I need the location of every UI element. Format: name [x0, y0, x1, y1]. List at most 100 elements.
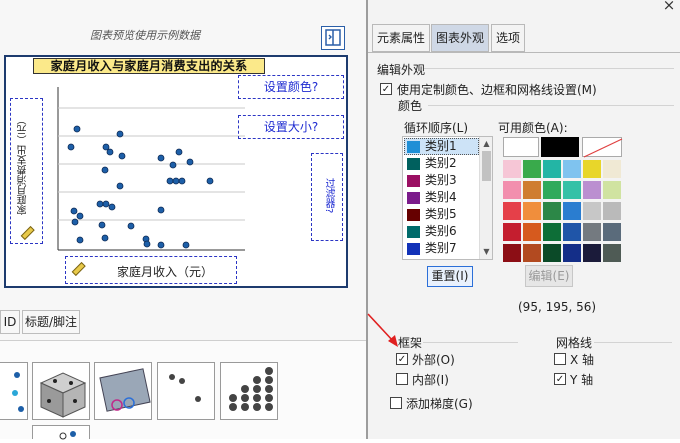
add-gradient-checkbox[interactable]: [390, 397, 402, 409]
scroll-down-icon[interactable]: ▼: [481, 247, 492, 257]
x-axis-grid-checkbox[interactable]: [554, 353, 566, 365]
gallery-thumb-3d-scatter[interactable]: [32, 362, 90, 420]
palette-color-swatch[interactable]: [543, 181, 561, 199]
sample-point: [157, 154, 165, 162]
category-item-3[interactable]: 类别3: [403, 172, 479, 189]
sample-point: [106, 148, 114, 156]
category-list-scrollbar[interactable]: ▲ ▼: [479, 137, 492, 259]
rgb-readout: (95, 195, 56): [518, 300, 597, 314]
sample-point: [172, 177, 180, 185]
tab-element-properties[interactable]: 元素属性: [372, 24, 430, 52]
palette-color-black[interactable]: [541, 137, 579, 157]
palette-color-swatch[interactable]: [603, 181, 621, 199]
outer-frame-checkbox[interactable]: ✓: [396, 353, 408, 365]
palette-color-swatch[interactable]: [603, 202, 621, 220]
scatter-thumb-icon: [12, 372, 24, 412]
close-button[interactable]: ×: [658, 0, 680, 14]
palette-color-none[interactable]: [582, 137, 623, 158]
gallery-thumb-simple-scatter[interactable]: [157, 362, 215, 420]
palette-color-swatch[interactable]: [523, 181, 541, 199]
cycle-order-label: 循环顺序(L): [404, 121, 469, 135]
palette-color-swatch[interactable]: [523, 223, 541, 241]
palette-color-swatch[interactable]: [563, 244, 581, 262]
color-group-label: 颜色: [398, 99, 423, 113]
palette-color-swatch[interactable]: [543, 244, 561, 262]
y-axis-grid-label: Y 轴: [570, 373, 594, 387]
edit-appearance-label: 编辑外观: [377, 63, 426, 77]
palette-color-swatch[interactable]: [503, 223, 521, 241]
palette-color-swatch[interactable]: [503, 181, 521, 199]
tab-titles-footnotes[interactable]: 标题/脚注: [22, 310, 80, 334]
reset-button[interactable]: 重置(I): [427, 266, 473, 287]
scroll-up-icon[interactable]: ▲: [481, 139, 492, 149]
inner-frame-checkbox[interactable]: [396, 373, 408, 385]
outer-frame-label: 外部(O): [412, 353, 455, 367]
chart-title[interactable]: 家庭月收入与家庭月消费支出的关系: [33, 58, 265, 74]
category-item-6[interactable]: 类别6: [403, 223, 479, 240]
category-item-4[interactable]: 类别4: [403, 189, 479, 206]
use-custom-settings-checkbox[interactable]: ✓: [380, 83, 392, 95]
category-item-1[interactable]: 类别1: [403, 138, 479, 155]
palette-color-grid[interactable]: [503, 160, 623, 264]
category-item-2[interactable]: 类别2: [403, 155, 479, 172]
palette-color-swatch[interactable]: [563, 202, 581, 220]
scroll-thumb[interactable]: [482, 151, 491, 181]
group-divider: [424, 68, 674, 69]
sample-data-points: [67, 125, 214, 249]
category-item-7[interactable]: 类别7: [403, 240, 479, 257]
palette-color-swatch[interactable]: [523, 244, 541, 262]
palette-color-swatch[interactable]: [543, 202, 561, 220]
sample-point: [96, 200, 104, 208]
palette-color-swatch[interactable]: [583, 244, 601, 262]
sample-point: [118, 152, 126, 160]
summary-point-thumb-icon: [99, 368, 151, 412]
gallery-thumb-scatter-colored[interactable]: [0, 362, 28, 420]
tab-options[interactable]: 选项: [491, 24, 525, 52]
sample-point: [73, 125, 81, 133]
gallery-thumb-next-row[interactable]: [32, 425, 90, 440]
palette-color-swatch[interactable]: [583, 202, 601, 220]
palette-color-swatch[interactable]: [603, 244, 621, 262]
palette-color-swatch[interactable]: [543, 223, 561, 241]
tab-chart-appearance[interactable]: 图表外观: [431, 24, 489, 52]
sample-point: [108, 203, 116, 211]
palette-color-swatch[interactable]: [503, 160, 521, 178]
scatter-plot-area: [57, 87, 245, 251]
gallery-thumb-summary-point[interactable]: [94, 362, 152, 420]
tab-id[interactable]: ID: [0, 310, 20, 334]
sample-point: [71, 218, 79, 226]
sample-point: [166, 177, 174, 185]
set-color-drop-zone[interactable]: 设置颜色?: [238, 75, 344, 99]
palette-color-swatch[interactable]: [503, 244, 521, 262]
y-axis-label: 家庭月消费支出（元）: [18, 115, 29, 215]
set-size-drop-zone[interactable]: 设置大小?: [238, 115, 344, 139]
palette-color-swatch[interactable]: [583, 181, 601, 199]
add-gradient-label: 添加梯度(G): [406, 397, 473, 411]
no-color-icon: [583, 138, 623, 158]
palette-color-swatch[interactable]: [583, 160, 601, 178]
palette-color-swatch[interactable]: [543, 160, 561, 178]
sample-point: [157, 241, 165, 249]
sample-point: [175, 148, 183, 156]
edit-color-button[interactable]: 编辑(E): [525, 265, 573, 287]
palette-color-swatch[interactable]: [563, 181, 581, 199]
group-divider: [428, 105, 674, 106]
inner-frame-label: 内部(I): [412, 373, 449, 387]
palette-color-swatch[interactable]: [523, 202, 541, 220]
sample-point: [116, 130, 124, 138]
palette-color-swatch[interactable]: [523, 160, 541, 178]
y-axis-grid-checkbox[interactable]: ✓: [554, 373, 566, 385]
palette-color-swatch[interactable]: [603, 160, 621, 178]
use-custom-settings-label: 使用定制颜色、边框和网格线设置(M): [397, 83, 597, 97]
palette-color-swatch[interactable]: [503, 202, 521, 220]
palette-color-white[interactable]: [503, 137, 539, 157]
filter-label: 过滤器?: [323, 178, 334, 214]
gallery-thumb-dot-plot[interactable]: [220, 362, 278, 420]
category-item-5[interactable]: 类别5: [403, 206, 479, 223]
palette-color-swatch[interactable]: [603, 223, 621, 241]
sample-point: [101, 234, 109, 242]
palette-color-swatch[interactable]: [583, 223, 601, 241]
annotation-arrow-icon: [367, 313, 398, 347]
palette-color-swatch[interactable]: [563, 223, 581, 241]
palette-color-swatch[interactable]: [563, 160, 581, 178]
